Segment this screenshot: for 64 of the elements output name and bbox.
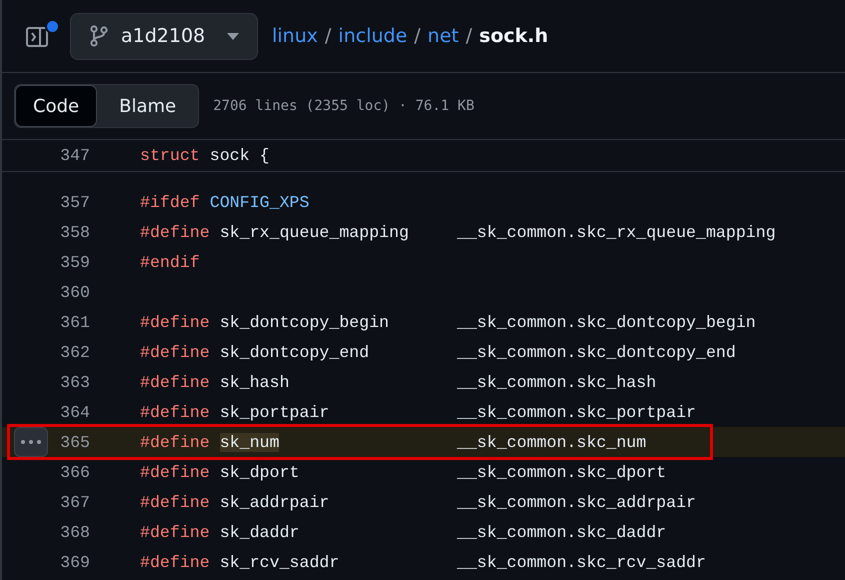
code-text: sk_dontcopy_begin — [220, 312, 390, 332]
code-text: __sk_common.skc_portpair — [457, 402, 696, 422]
view-tab[interactable]: Code — [15, 85, 98, 127]
code-text: sk_rcv_saddr — [220, 552, 340, 572]
code-text: __sk_common.skc_dontcopy_end — [457, 342, 736, 362]
code-text: __sk_common.skc_rcv_saddr — [457, 552, 706, 572]
path-separator: / — [324, 25, 332, 47]
code-keyword: #define — [140, 312, 210, 332]
code-keyword: #define — [140, 372, 210, 392]
line-number: 358 — [59, 222, 90, 242]
highlighted-code-token: sk_num — [220, 432, 280, 452]
code-text: sock { — [210, 146, 270, 165]
breadcrumb-link[interactable]: include — [338, 25, 408, 47]
line-number: 363 — [59, 372, 90, 392]
code-keyword: #ifdef — [140, 192, 200, 212]
current-file-name: sock.h — [479, 25, 548, 47]
line-number: 347 — [59, 146, 90, 165]
code-text: __sk_common.skc_daddr — [457, 522, 666, 542]
code-text: sk_rx_queue_mapping — [220, 222, 409, 242]
code-text: CONFIG_XPS — [210, 192, 310, 212]
line-number: 359 — [59, 252, 90, 272]
code-text: sk_hash — [220, 372, 290, 392]
line-number: 367 — [59, 492, 90, 512]
code-text: sk_addrpair — [220, 492, 330, 512]
line-number: 368 — [59, 522, 90, 542]
code-keyword: #define — [140, 222, 210, 242]
code-keyword: #define — [140, 552, 210, 572]
code-text: sk_portpair — [220, 402, 330, 422]
code-text: __sk_common.skc_addrpair — [457, 492, 696, 512]
code-keyword: #define — [140, 492, 210, 512]
code-text: __sk_common.skc_rx_queue_mapping — [457, 222, 776, 242]
line-number: 361 — [59, 312, 90, 332]
code-text: sk_daddr — [220, 522, 300, 542]
breadcrumb-link[interactable]: linux — [272, 25, 318, 47]
caret-icon — [227, 32, 239, 40]
branch-button[interactable]: a1d2108 — [70, 12, 258, 60]
code-text: __sk_common.skc_dport — [457, 462, 666, 482]
code-keyword: #define — [140, 342, 210, 362]
more-options-button[interactable] — [14, 427, 48, 457]
branch-icon — [89, 25, 109, 47]
line-number: 369 — [59, 552, 90, 572]
file-info: 2706 lines (2355 loc) · 76.1 KB — [213, 98, 474, 114]
code-keyword: #define — [140, 432, 210, 452]
breadcrumb-link[interactable]: net — [428, 25, 459, 47]
code-keyword: #endif — [140, 252, 200, 272]
code-keyword: #define — [140, 402, 210, 422]
code-text: __sk_common.skc_hash — [457, 372, 656, 392]
line-number: 362 — [59, 342, 90, 362]
code-keyword: #define — [140, 522, 210, 542]
path-separator: / — [414, 25, 421, 47]
code-text: sk_dport — [220, 462, 300, 482]
line-number: 364 — [59, 402, 90, 422]
line-number: 357 — [59, 192, 90, 212]
line-number: 360 — [59, 282, 90, 302]
code-text: __sk_common.skc_num — [457, 432, 646, 452]
ellipsis-icon — [21, 440, 41, 444]
code-text: __sk_common.skc_dontcopy_begin — [457, 312, 756, 332]
line-number: 366 — [59, 462, 90, 482]
line-number: 365 — [59, 432, 90, 452]
code-keyword: #define — [140, 462, 210, 482]
code-text: sk_dontcopy_end — [220, 342, 370, 362]
path-separator: / — [466, 25, 472, 47]
view-tab[interactable]: Blame — [97, 85, 198, 127]
code-keyword: struct — [140, 146, 200, 165]
